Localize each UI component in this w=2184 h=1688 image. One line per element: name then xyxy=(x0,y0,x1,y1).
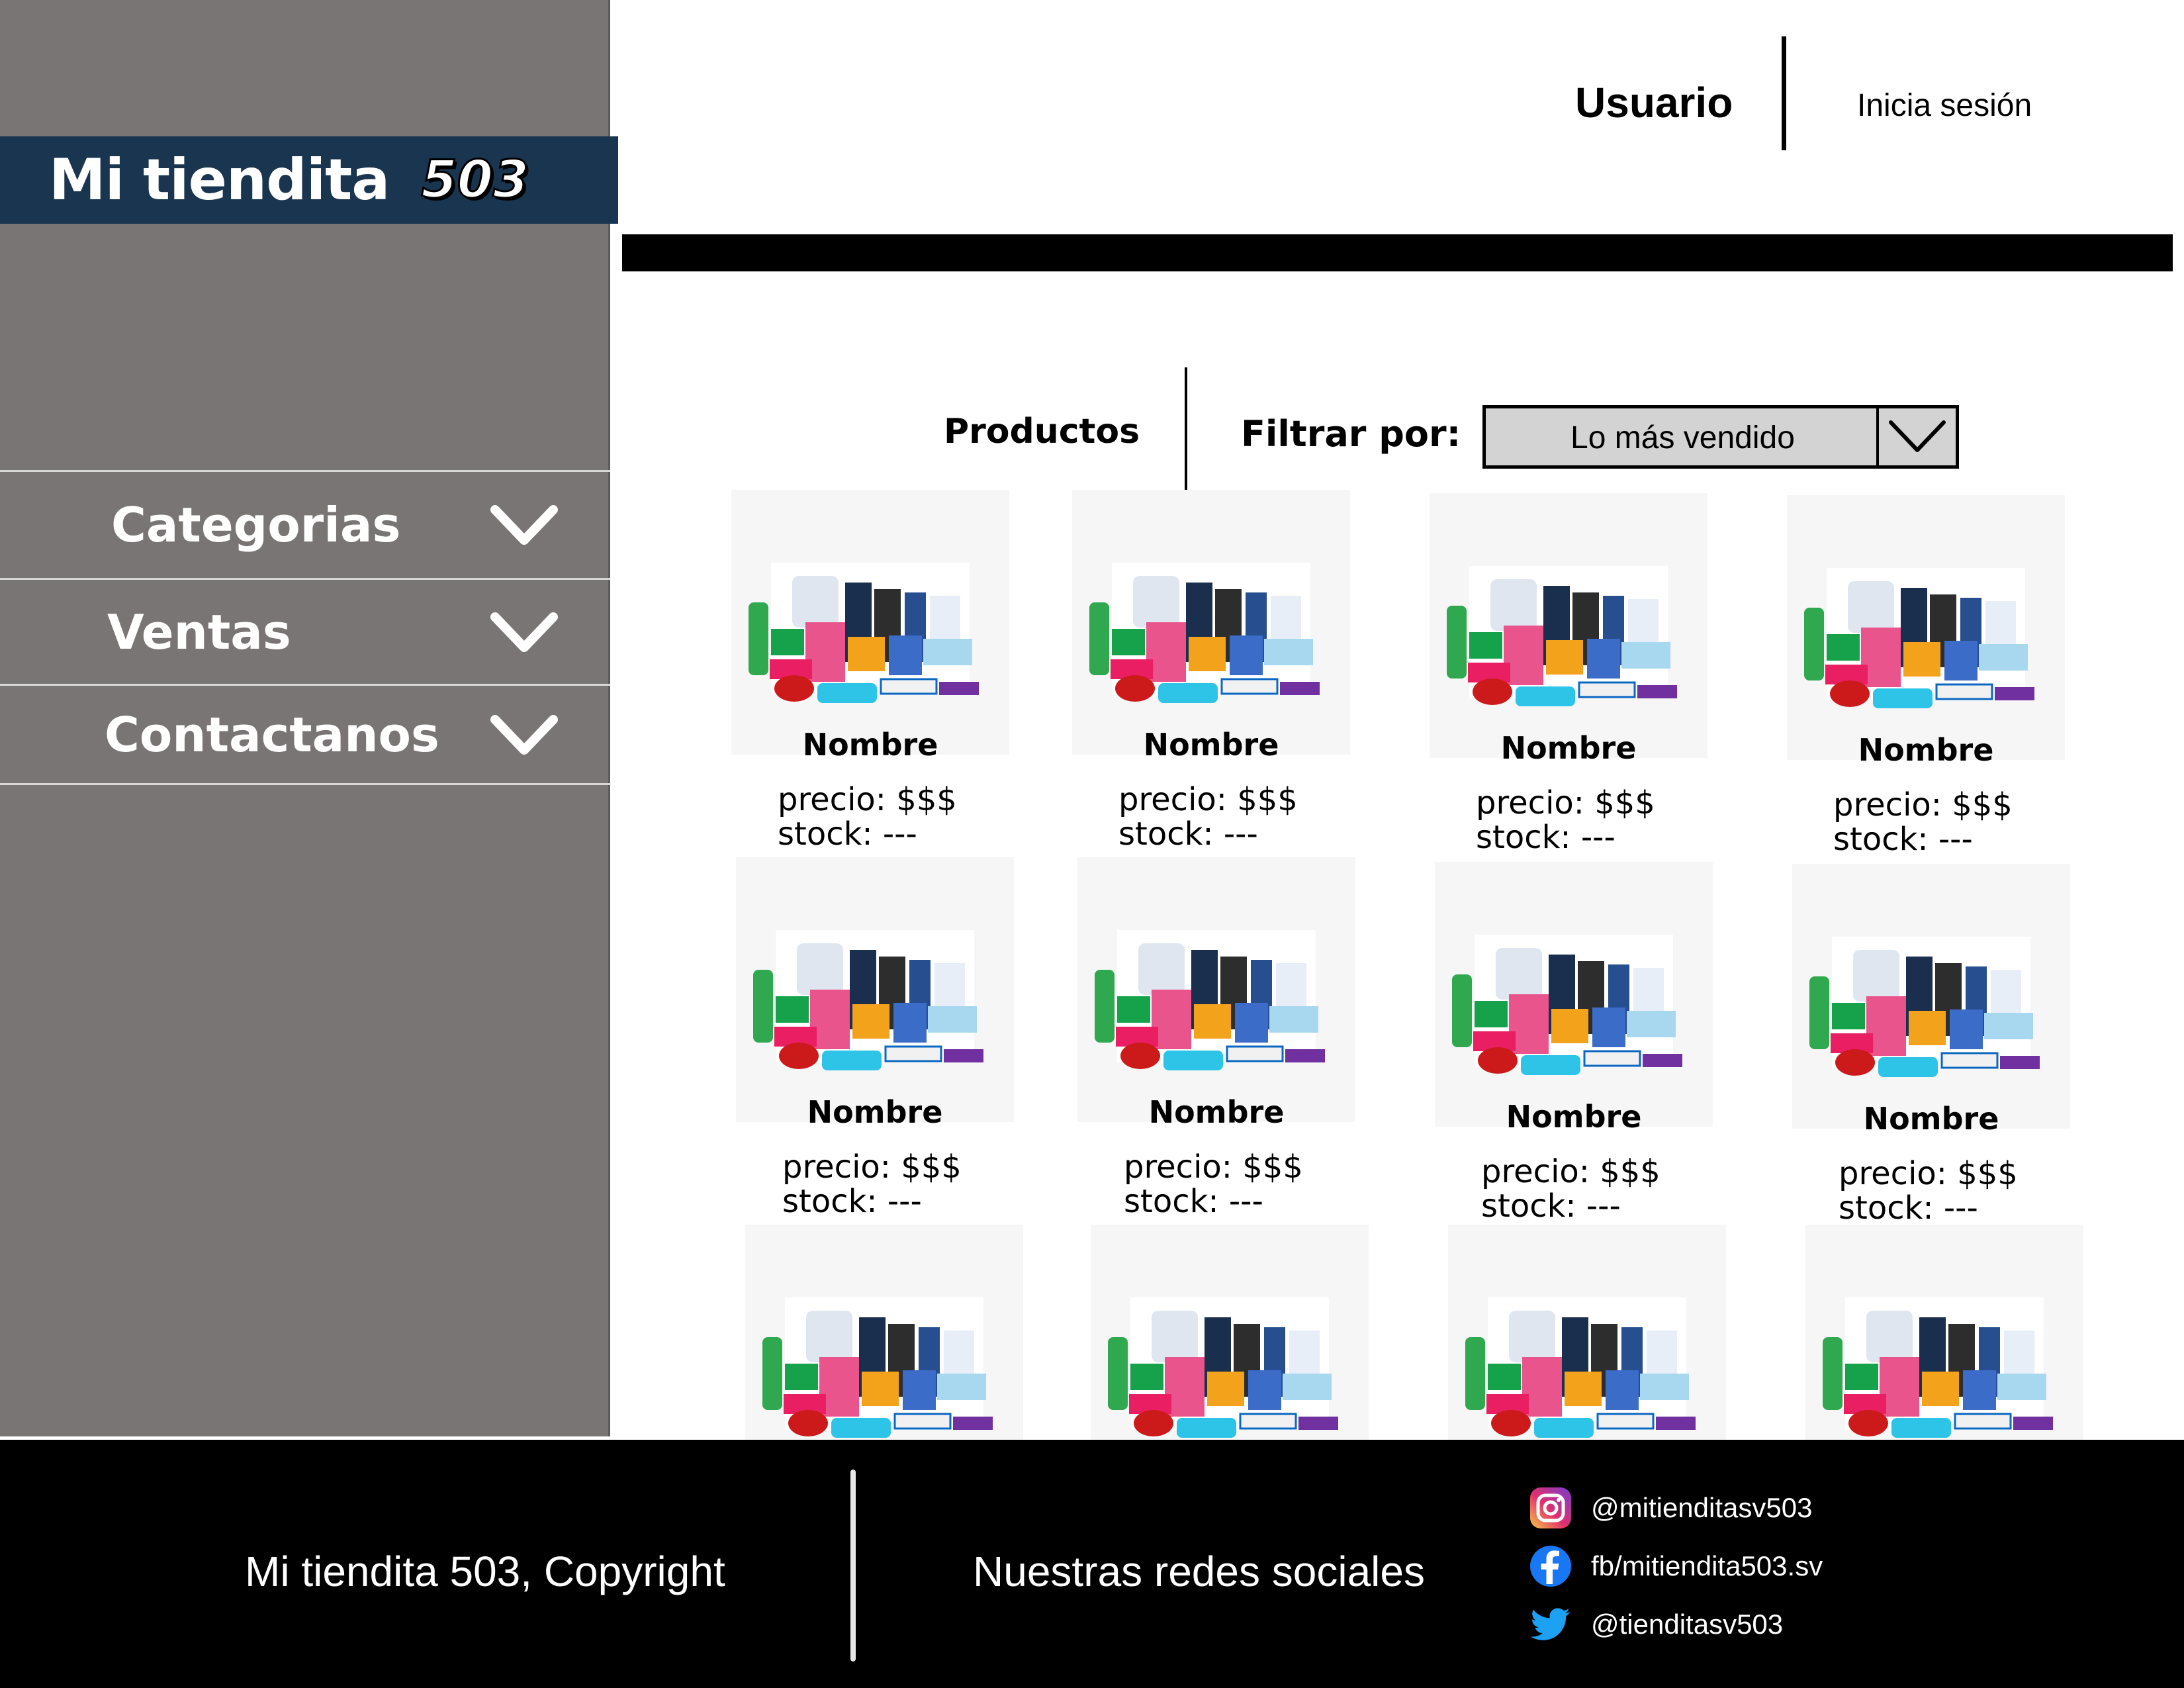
product-price: precio: $$$ xyxy=(1124,1149,1303,1186)
chevron-down-icon xyxy=(1889,420,1946,452)
product-card[interactable]: Nombre precio: $$$ stock: --- xyxy=(1787,495,2065,858)
product-stock: stock: --- xyxy=(1481,1188,1621,1225)
product-image[interactable] xyxy=(1435,862,1713,1127)
footer: Mi tiendita 503, Copyright Nuestras rede… xyxy=(0,1440,2184,1688)
header-divider xyxy=(1782,36,1786,150)
product-image[interactable] xyxy=(1792,864,2070,1129)
sidebar-item-label: Contactanos xyxy=(105,706,439,763)
chevron-down-icon[interactable] xyxy=(490,610,559,654)
product-image[interactable] xyxy=(731,490,1009,755)
copyright-text: Mi tiendita 503, Copyright xyxy=(245,1548,725,1595)
product-stock: stock: --- xyxy=(1118,816,1258,853)
brand-logo[interactable]: Mi tiendita 503 xyxy=(0,136,618,224)
header-bar xyxy=(622,234,2173,271)
product-card[interactable]: Nombre precio: $$$ stock: --- xyxy=(1792,864,2070,1227)
product-stock: stock: --- xyxy=(1124,1183,1263,1220)
product-name: Nombre xyxy=(802,727,938,763)
product-image-icon xyxy=(731,490,1009,755)
product-card[interactable]: Nombre precio: $$$ stock: --- xyxy=(1077,857,1355,1220)
filter-dropdown-button[interactable] xyxy=(1876,408,1956,465)
social-link-instagram[interactable]: @mitienditasv503 xyxy=(1529,1486,1812,1530)
sidebar-menu: Categorias Ventas Contactanos xyxy=(0,470,610,785)
product-image-icon xyxy=(1077,857,1355,1122)
sidebar-item-ventas[interactable]: Ventas xyxy=(0,580,610,686)
product-card[interactable]: Nombre precio: $$$ stock: --- xyxy=(731,490,1009,853)
product-card[interactable] xyxy=(1448,1225,1726,1489)
product-stock: stock: --- xyxy=(778,816,917,853)
product-card[interactable]: Nombre precio: $$$ stock: --- xyxy=(736,857,1014,1220)
product-image[interactable] xyxy=(1430,493,1707,758)
social-title: Nuestras redes sociales xyxy=(973,1548,1425,1595)
product-price: precio: $$$ xyxy=(778,781,957,818)
product-card[interactable] xyxy=(1091,1225,1369,1489)
brand-name: Mi tiendita xyxy=(49,147,390,213)
product-image[interactable] xyxy=(1787,495,2065,760)
sidebar-item-label: Categorias xyxy=(111,497,401,553)
social-link-twitter[interactable]: @tienditasv503 xyxy=(1529,1603,1783,1646)
product-image-icon xyxy=(1787,495,2065,760)
login-link[interactable]: Inicia sesión xyxy=(1857,87,2032,124)
product-price: precio: $$$ xyxy=(1476,784,1655,821)
sidebar-item-categorias[interactable]: Categorias xyxy=(0,472,610,580)
product-image-icon xyxy=(1792,864,2070,1129)
product-image-icon xyxy=(1430,493,1707,758)
product-stock: stock: --- xyxy=(1839,1190,1978,1227)
filter-selected-value: Lo más vendido xyxy=(1570,420,1795,455)
user-label[interactable]: Usuario xyxy=(1575,78,1733,127)
social-link-facebook[interactable]: fb/mitiendita503.sv xyxy=(1529,1544,1823,1588)
product-price: precio: $$$ xyxy=(1481,1153,1661,1190)
product-name: Nombre xyxy=(1858,732,1994,768)
product-stock: stock: --- xyxy=(782,1183,922,1220)
sidebar-item-label: Ventas xyxy=(107,604,291,660)
product-image-icon xyxy=(1072,490,1350,755)
product-image-icon xyxy=(736,857,1014,1122)
product-name: Nombre xyxy=(1506,1099,1642,1135)
instagram-handle: @mitienditasv503 xyxy=(1591,1492,1813,1523)
product-price: precio: $$$ xyxy=(782,1149,962,1186)
product-name: Nombre xyxy=(1143,727,1279,763)
product-price: precio: $$$ xyxy=(1118,781,1298,818)
product-image[interactable] xyxy=(1077,857,1355,1122)
product-price: precio: $$$ xyxy=(1833,786,2013,823)
twitter-icon xyxy=(1530,1608,1570,1640)
product-card[interactable] xyxy=(1805,1225,2083,1489)
product-card[interactable]: Nombre precio: $$$ stock: --- xyxy=(1435,862,1713,1225)
facebook-icon xyxy=(1530,1546,1571,1587)
products-heading: Productos xyxy=(944,412,1140,451)
toolbar-divider xyxy=(1185,367,1187,492)
filter-select[interactable]: Lo más vendido xyxy=(1482,405,1959,469)
product-stock: stock: --- xyxy=(1476,819,1615,856)
product-name: Nombre xyxy=(1863,1101,1999,1137)
footer-divider xyxy=(850,1470,856,1662)
sidebar-item-contactanos[interactable]: Contactanos xyxy=(0,686,610,785)
product-image[interactable] xyxy=(736,857,1014,1122)
filter-label: Filtrar por: xyxy=(1241,413,1461,455)
product-card[interactable]: Nombre precio: $$$ stock: --- xyxy=(1430,493,1707,856)
product-stock: stock: --- xyxy=(1833,821,1973,858)
twitter-handle: @tienditasv503 xyxy=(1591,1609,1784,1640)
product-card[interactable]: Nombre precio: $$$ stock: --- xyxy=(1072,490,1350,853)
chevron-down-icon[interactable] xyxy=(490,713,559,757)
chevron-down-icon[interactable] xyxy=(490,503,559,547)
product-name: Nombre xyxy=(807,1094,943,1130)
instagram-icon xyxy=(1530,1487,1571,1528)
product-image-icon xyxy=(1435,862,1713,1127)
facebook-handle: fb/mitiendita503.sv xyxy=(1591,1550,1823,1581)
product-name: Nombre xyxy=(1500,730,1637,766)
product-price: precio: $$$ xyxy=(1839,1155,2018,1192)
product-image[interactable] xyxy=(1072,490,1350,755)
product-card[interactable] xyxy=(745,1225,1023,1489)
product-name: Nombre xyxy=(1148,1094,1285,1130)
brand-number: 503 xyxy=(420,150,530,211)
